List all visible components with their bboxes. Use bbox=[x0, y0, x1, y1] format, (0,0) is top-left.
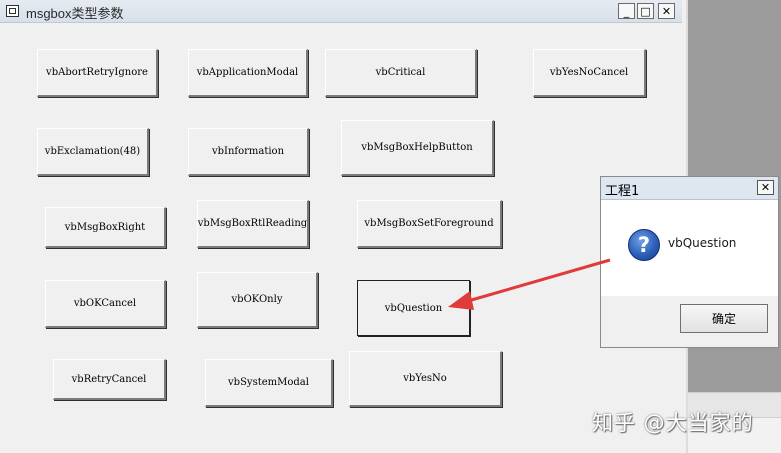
vbmsgboxrtlreading-button[interactable]: vbMsgBoxRtlReading bbox=[197, 200, 309, 248]
vbquestion-button[interactable]: vbQuestion bbox=[357, 280, 470, 336]
window-title: msgbox类型参数 bbox=[26, 6, 124, 21]
dialog-message: vbQuestion bbox=[668, 236, 737, 250]
vbinformation-button[interactable]: vbInformation bbox=[188, 128, 309, 176]
vbyesnocancel-button[interactable]: vbYesNoCancel bbox=[533, 49, 646, 97]
app-window-icon bbox=[6, 5, 19, 17]
vbokcancel-button[interactable]: vbOKCancel bbox=[45, 280, 166, 328]
minimize-button[interactable]: _ bbox=[618, 3, 635, 19]
vbokonly-button[interactable]: vbOKOnly bbox=[197, 272, 318, 328]
watermark-text: 知乎 @大当家的 bbox=[592, 411, 754, 435]
vbmsgboxhelpbutton-button[interactable]: vbMsgBoxHelpButton bbox=[341, 120, 494, 176]
maximize-button[interactable]: □ bbox=[637, 3, 654, 19]
title-bar: msgbox类型参数 _ □ ✕ bbox=[0, 0, 682, 23]
vbabortretryignore-button[interactable]: vbAbortRetryIgnore bbox=[37, 49, 158, 97]
vbsystemmodal-button[interactable]: vbSystemModal bbox=[205, 359, 333, 407]
vbyesno-button[interactable]: vbYesNo bbox=[349, 351, 502, 407]
vbmsgboxsetforeground-button[interactable]: vbMsgBoxSetForeground bbox=[357, 200, 502, 248]
dialog-title: 工程1 bbox=[605, 184, 640, 199]
question-icon: ? bbox=[628, 229, 660, 261]
vbretrycancel-button[interactable]: vbRetryCancel bbox=[53, 359, 166, 400]
close-button[interactable]: ✕ bbox=[658, 3, 675, 19]
vbcritical-button[interactable]: vbCritical bbox=[325, 49, 477, 97]
message-dialog: 工程1 ✕ ? vbQuestion 确定 bbox=[600, 176, 779, 348]
main-form-window: msgbox类型参数 _ □ ✕ vbAbortRetryIgnore vbAp… bbox=[0, 0, 688, 453]
dialog-title-bar: 工程1 ✕ bbox=[601, 177, 778, 200]
ok-button[interactable]: 确定 bbox=[680, 304, 768, 333]
vbmsgboxright-button[interactable]: vbMsgBoxRight bbox=[45, 207, 166, 248]
vbexclamation-button[interactable]: vbExclamation(48) bbox=[37, 128, 149, 176]
vbapplicationmodal-button[interactable]: vbApplicationModal bbox=[188, 49, 308, 97]
dialog-close-button[interactable]: ✕ bbox=[757, 180, 774, 195]
dialog-body: ? vbQuestion bbox=[601, 200, 778, 296]
